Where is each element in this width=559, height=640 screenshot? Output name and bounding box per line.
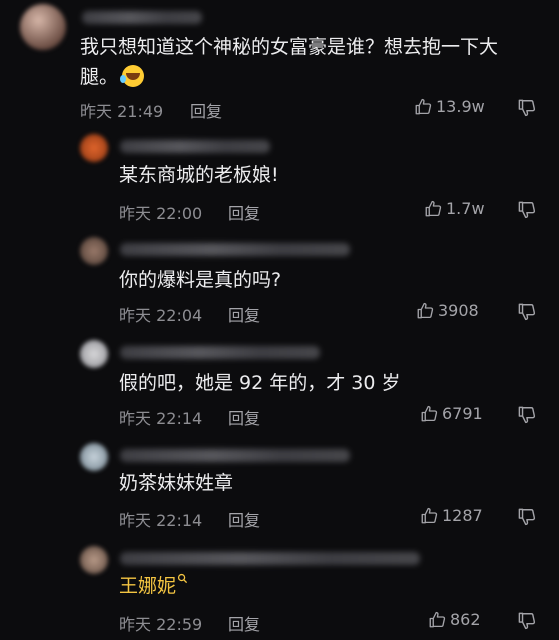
avatar[interactable] [80,546,108,574]
reply-item: 假的吧，她是 92 年的，才 30 岁 昨天 22:14 回复 6791 [0,331,559,434]
thumbs-down-icon[interactable] [517,507,536,526]
avatar[interactable] [80,340,108,368]
search-icon [177,573,188,584]
comment-text: 奶茶妹妹姓章 [119,472,234,494]
username-blurred[interactable] [120,346,320,359]
thumbs-up-icon [417,302,434,318]
like-button[interactable]: 6791 [420,404,483,423]
comment-text: 我只想知道这个神秘的女富豪是谁？想去抱一下大 腿。 [80,36,499,88]
thumbs-down-icon[interactable] [517,302,536,321]
reply-button[interactable]: 回复 [228,302,260,326]
avatar[interactable] [80,443,108,471]
thumbs-up-icon [429,611,446,627]
avatar[interactable] [80,237,108,265]
thumbs-up-icon [421,405,438,421]
username-blurred[interactable] [82,11,202,24]
reply-item: 某东商城的老板娘! 昨天 22:00 回复 1.7w [0,125,559,228]
reply-button[interactable]: 回复 [190,98,222,122]
comment-item: 我只想知道这个神秘的女富豪是谁？想去抱一下大 腿。 昨天 21:49 回复 13… [0,0,559,125]
reply-button[interactable]: 回复 [228,611,260,635]
reply-button[interactable]: 回复 [228,200,260,224]
username-blurred[interactable] [120,552,420,565]
reply-item: 奶茶妹妹姓章 昨天 22:14 回复 1287 [0,434,559,537]
thumbs-down-icon[interactable] [517,98,536,117]
username-blurred[interactable] [120,449,350,462]
comment-text[interactable]: 王娜妮 [119,571,419,601]
like-count: 13.9w [436,97,485,116]
thumbs-up-icon [415,98,432,114]
comment-time: 昨天 22:14 [119,409,203,428]
comment-time: 昨天 22:14 [119,511,203,530]
comment-time: 昨天 22:59 [119,615,203,634]
avatar[interactable] [20,4,66,50]
like-button[interactable]: 862 [428,610,481,629]
reply-button[interactable]: 回复 [228,405,260,429]
comment-text: 你的爆料是真的吗? [119,269,282,291]
reply-item: 王娜妮 昨天 22:59 回复 862 [0,537,559,640]
like-count: 862 [450,610,481,629]
like-button[interactable]: 1287 [420,506,483,525]
like-button[interactable]: 1.7w [424,199,485,218]
comment-text: 某东商城的老板娘! [119,164,279,186]
like-count: 1.7w [446,199,485,218]
reply-item: 你的爆料是真的吗? 昨天 22:04 回复 3908 [0,228,559,331]
comment-time: 昨天 21:49 [80,102,164,121]
thumbs-down-icon[interactable] [517,405,536,424]
thumbs-up-icon [425,200,442,216]
thumbs-down-icon[interactable] [517,200,536,219]
username-blurred[interactable] [120,140,270,153]
comment-time: 昨天 22:04 [119,306,203,325]
avatar[interactable] [80,134,108,162]
like-count: 3908 [438,301,479,320]
like-button[interactable]: 13.9w [414,97,485,116]
like-button[interactable]: 3908 [416,301,479,320]
comment-text: 假的吧，她是 92 年的，才 30 岁 [119,372,401,394]
thumbs-up-icon [421,507,438,523]
thumbs-down-icon[interactable] [517,611,536,630]
username-blurred[interactable] [120,243,350,256]
reply-button[interactable]: 回复 [228,507,260,531]
comment-time: 昨天 22:00 [119,204,203,223]
laughing-emoji-icon [120,65,145,87]
like-count: 1287 [442,506,483,525]
like-count: 6791 [442,404,483,423]
